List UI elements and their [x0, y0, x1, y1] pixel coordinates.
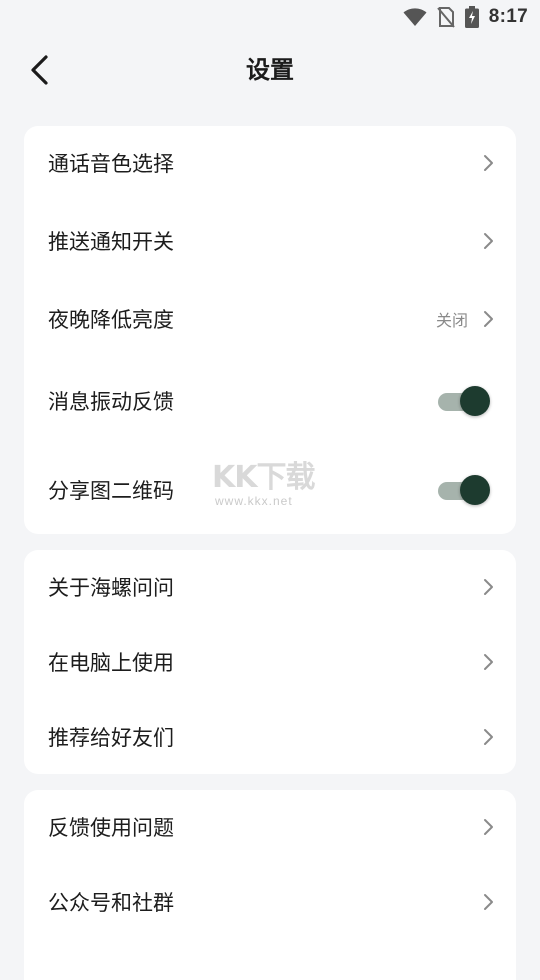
row-label: 公众号和社群	[48, 891, 174, 915]
chevron-right-icon	[482, 310, 494, 328]
battery-charging-icon	[464, 6, 479, 28]
back-button[interactable]	[20, 50, 60, 90]
row-label: 在电脑上使用	[48, 651, 174, 675]
row-label: 关于海螺问问	[48, 576, 174, 600]
row-label: 消息振动反馈	[48, 390, 174, 414]
chevron-right-icon	[482, 232, 494, 250]
row-label: 夜晚降低亮度	[48, 308, 174, 332]
share-qr-toggle[interactable]	[438, 474, 490, 506]
row-share-qr: 分享图二维码	[24, 446, 516, 534]
row-value: 关闭	[435, 311, 468, 330]
settings-card-general: 通话音色选择 推送通知开关 夜晚降低亮度 关闭 消息振动反馈 分享图二维码	[24, 126, 516, 534]
no-sim-icon	[437, 6, 455, 28]
toggle-knob	[460, 386, 490, 416]
row-official-account[interactable]: 公众号和社群	[24, 864, 516, 940]
row-night-brightness[interactable]: 夜晚降低亮度 关闭	[24, 280, 516, 358]
chevron-right-icon	[482, 818, 494, 836]
row-push-notifications[interactable]: 推送通知开关	[24, 202, 516, 280]
row-label: 反馈使用问题	[48, 816, 174, 840]
header: 设置	[0, 40, 540, 100]
wifi-icon	[403, 7, 427, 27]
row-label: 通话音色选择	[48, 152, 174, 176]
chevron-right-icon	[482, 893, 494, 911]
row-label: 推荐给好友们	[48, 726, 174, 750]
chevron-right-icon	[482, 653, 494, 671]
settings-card-about: 关于海螺问问 在电脑上使用 推荐给好友们	[24, 550, 516, 774]
row-about-app[interactable]: 关于海螺问问	[24, 550, 516, 624]
row-message-vibration: 消息振动反馈	[24, 358, 516, 444]
chevron-right-icon	[482, 154, 494, 172]
row-recommend-friends[interactable]: 推荐给好友们	[24, 700, 516, 774]
status-time: 8:17	[488, 6, 528, 27]
row-use-on-computer[interactable]: 在电脑上使用	[24, 624, 516, 700]
toggle-knob	[460, 475, 490, 505]
status-bar: 8:17	[0, 0, 540, 34]
settings-card-feedback: 反馈使用问题 公众号和社群	[24, 790, 516, 980]
row-feedback[interactable]: 反馈使用问题	[24, 790, 516, 864]
row-label: 分享图二维码	[48, 479, 174, 503]
status-icons: 8:17	[403, 6, 528, 28]
row-call-voice[interactable]: 通话音色选择	[24, 126, 516, 200]
page-title: 设置	[246, 56, 294, 84]
row-label: 推送通知开关	[48, 230, 174, 254]
back-arrow-icon	[30, 54, 50, 86]
vibration-toggle[interactable]	[438, 385, 490, 417]
chevron-right-icon	[482, 578, 494, 596]
chevron-right-icon	[482, 728, 494, 746]
